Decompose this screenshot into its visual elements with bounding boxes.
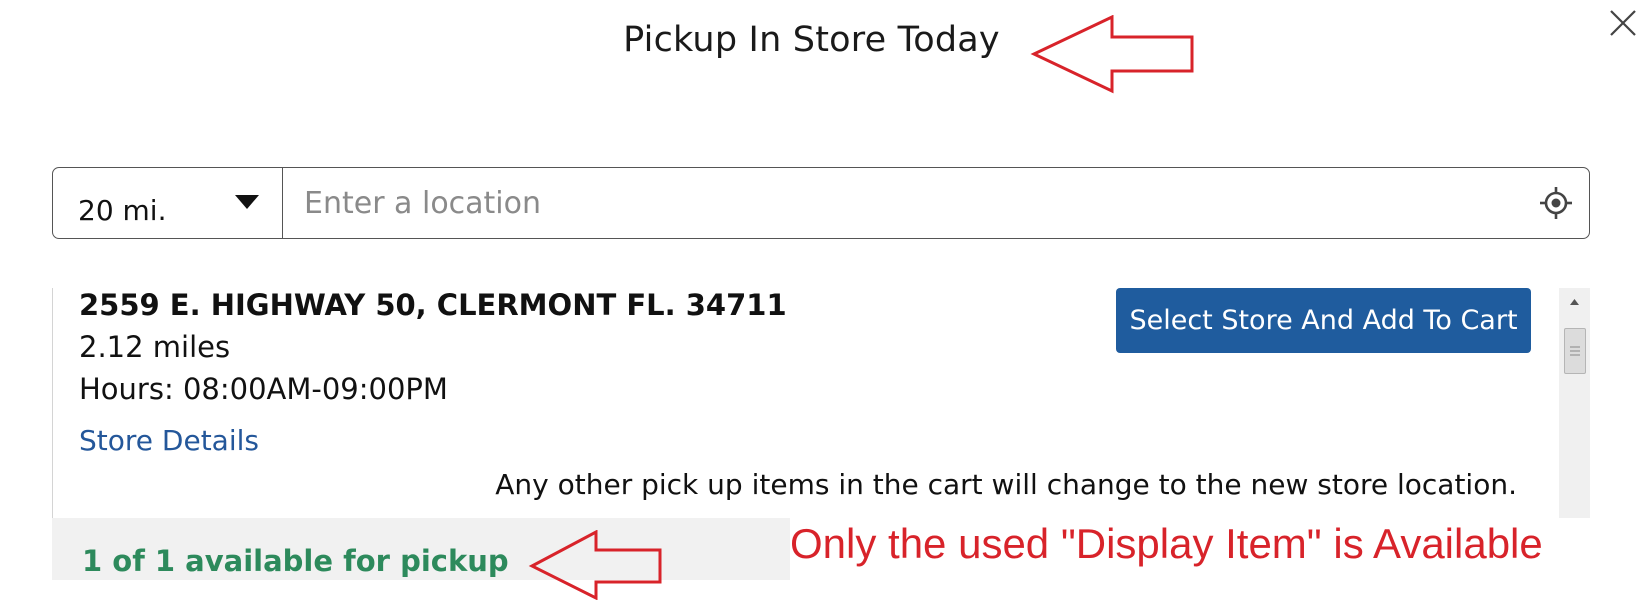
left-arrow-icon — [528, 530, 662, 600]
left-arrow-icon — [1030, 15, 1194, 94]
store-search-bar: 20 mi. — [52, 167, 1590, 239]
availability-bar: 1 of 1 available for pickup — [52, 518, 790, 580]
store-distance: 2.12 miles — [79, 330, 231, 364]
crosshair-locate-icon[interactable] — [1539, 186, 1573, 220]
annotation-note: Only the used "Display Item" is Availabl… — [790, 520, 1543, 567]
results-scrollbar[interactable] — [1559, 288, 1590, 518]
close-icon — [1610, 10, 1636, 36]
scroll-up-arrow-icon[interactable] — [1559, 288, 1590, 316]
store-change-notice: Any other pick up items in the cart will… — [495, 468, 1517, 501]
store-result-card: 2559 E. HIGHWAY 50, CLERMONT FL. 34711 2… — [52, 288, 1559, 518]
select-store-add-to-cart-button[interactable]: Select Store And Add To Cart — [1116, 288, 1531, 353]
scrollbar-thumb[interactable] — [1564, 328, 1586, 374]
distance-dropdown[interactable]: 20 mi. — [53, 168, 283, 238]
location-input[interactable] — [283, 168, 1513, 238]
pickup-availability: 1 of 1 available for pickup — [82, 544, 509, 578]
distance-value: 20 mi. — [78, 194, 167, 227]
dialog-title: Pickup In Store Today — [0, 20, 1643, 60]
store-details-link[interactable]: Store Details — [79, 424, 259, 457]
caret-down-icon — [235, 195, 259, 209]
store-hours: Hours: 08:00AM-09:00PM — [79, 372, 448, 406]
close-button[interactable] — [1608, 8, 1638, 38]
grip-icon — [1570, 346, 1580, 356]
dialog-title-text: Pickup In Store Today — [623, 20, 1000, 60]
store-address: 2559 E. HIGHWAY 50, CLERMONT FL. 34711 — [79, 288, 787, 322]
